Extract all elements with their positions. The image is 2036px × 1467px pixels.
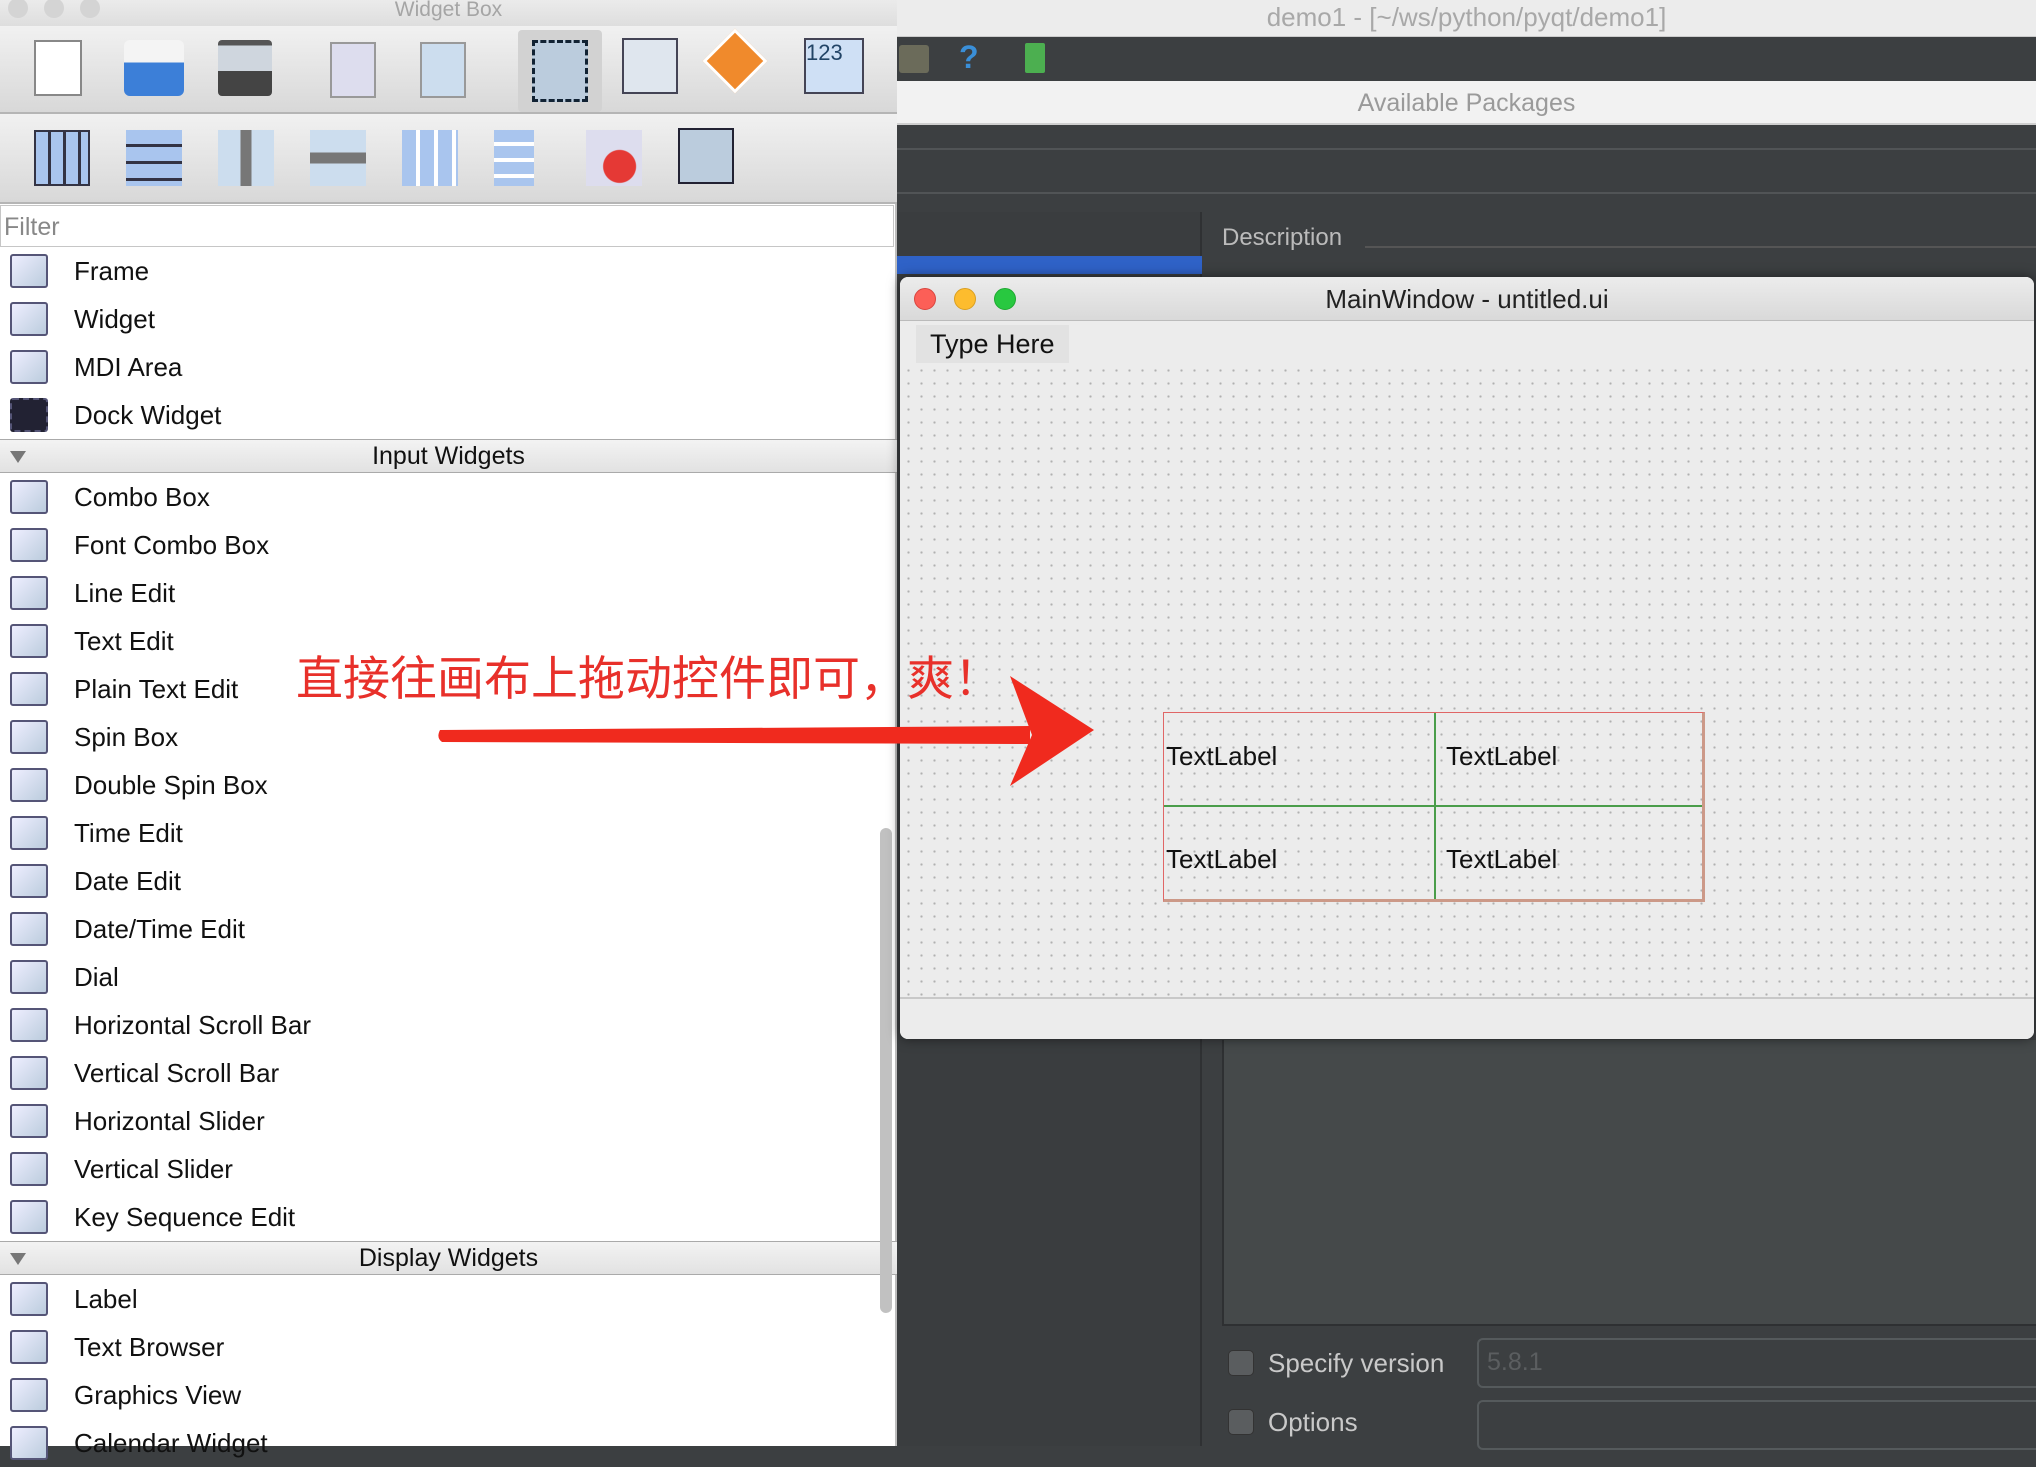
annotation-arrow bbox=[438, 676, 1094, 786]
arrow-shaft bbox=[438, 726, 1030, 744]
